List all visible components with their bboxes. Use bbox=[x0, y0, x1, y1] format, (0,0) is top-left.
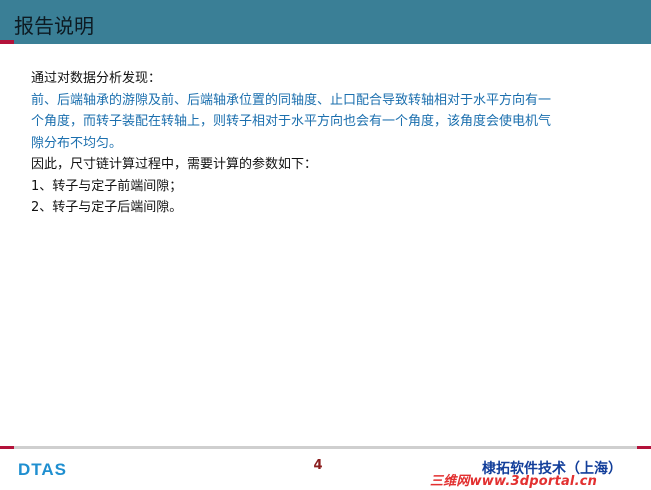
footer-accent-left bbox=[0, 446, 14, 449]
conclusion-text: 因此，尺寸链计算过程中，需要计算的参数如下： bbox=[31, 157, 318, 172]
page-number: 4 bbox=[313, 458, 323, 473]
footer-divider bbox=[0, 446, 651, 449]
footer-accent-right bbox=[637, 446, 651, 449]
report-body: 通过对数据分析发现： 前、后端轴承的游隙及前、后端轴承位置的同轴度、止口配合导致… bbox=[31, 68, 621, 219]
intro-text: 通过对数据分析发现： bbox=[31, 71, 162, 86]
list-item: 2、转子与定子后端间隙。 bbox=[31, 200, 183, 215]
dtas-logo: DTAS bbox=[18, 460, 67, 478]
header-bar: 报告说明 bbox=[0, 0, 651, 44]
page-title: 报告说明 bbox=[14, 14, 94, 38]
list-item: 1、转子与定子前端间隙； bbox=[31, 178, 183, 194]
finding-line-1: 前、后端轴承的游隙及前、后端轴承位置的同轴度、止口配合导致转轴相对于水平方向有一 bbox=[31, 92, 552, 108]
finding-line-2: 个角度，而转子装配在转轴上，则转子相对于水平方向也会有一个角度，该角度会使电机气 bbox=[31, 114, 552, 129]
logo-text: DTAS bbox=[18, 460, 67, 478]
finding-line-3: 隙分布不均匀。 bbox=[31, 135, 123, 151]
header-accent bbox=[0, 40, 14, 44]
watermark: 三维网www.3dportal.cn bbox=[430, 474, 598, 489]
